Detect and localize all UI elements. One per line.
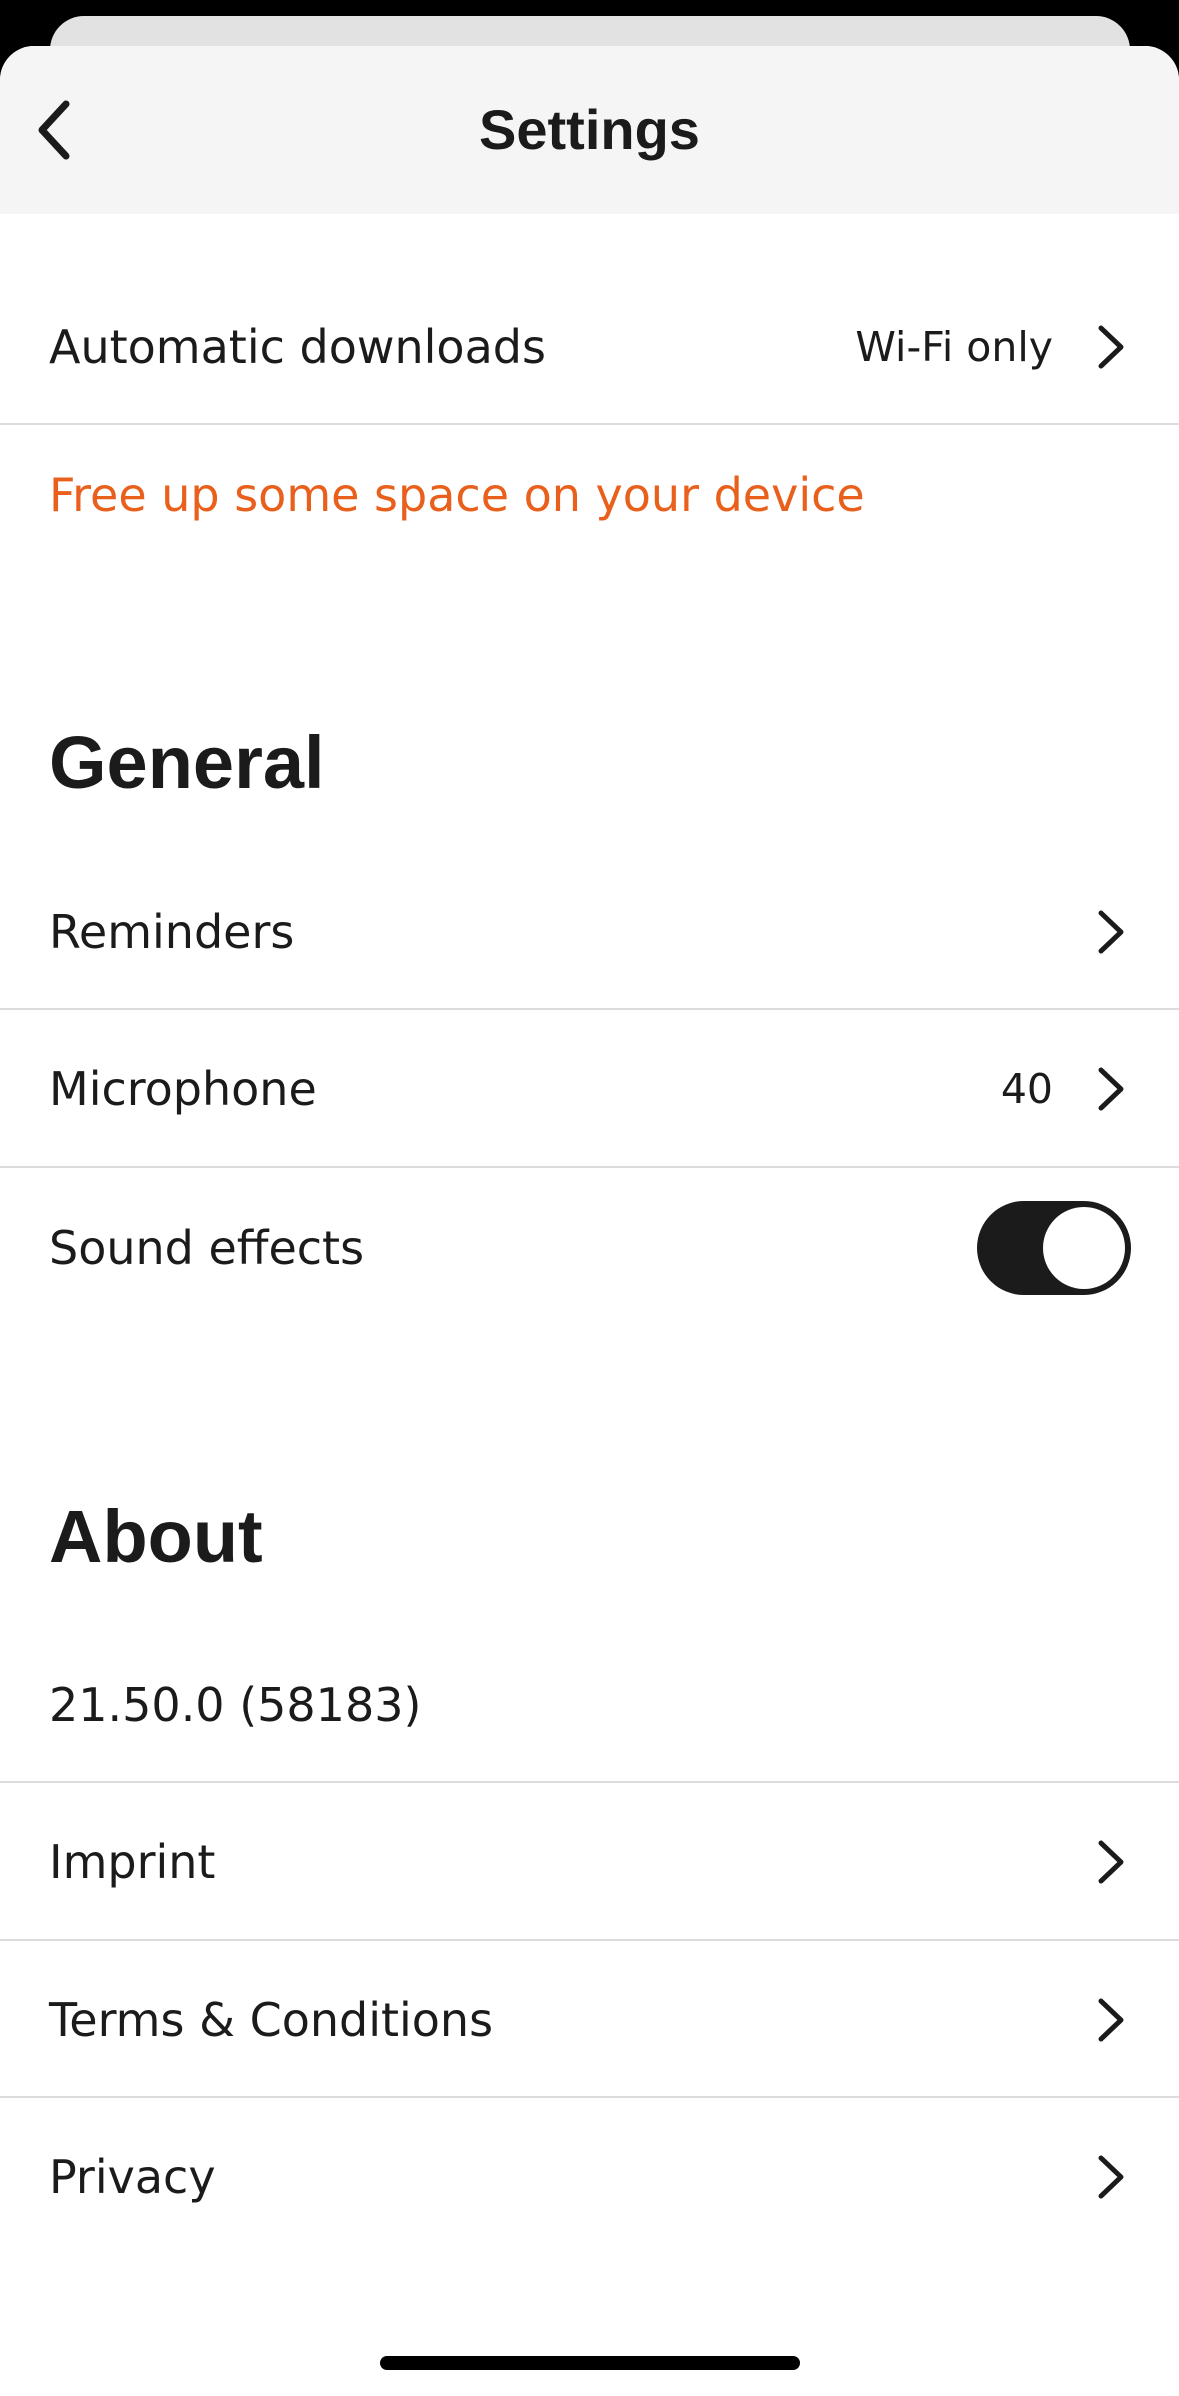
privacy-row[interactable]: Privacy bbox=[0, 2098, 1179, 2255]
about-heading: About bbox=[49, 1495, 263, 1578]
chevron-right-icon bbox=[1091, 1060, 1131, 1118]
automatic-downloads-value: Wi-Fi only bbox=[855, 322, 1053, 371]
microphone-row[interactable]: Microphone 40 bbox=[0, 1010, 1179, 1168]
home-indicator bbox=[380, 2356, 800, 2370]
microphone-value: 40 bbox=[1000, 1065, 1053, 1113]
sound-effects-toggle[interactable] bbox=[977, 1201, 1131, 1295]
imprint-label: Imprint bbox=[49, 1835, 216, 1889]
general-heading: General bbox=[49, 721, 325, 804]
app-screen: Settings Automatic downloads Wi-Fi only … bbox=[0, 0, 1179, 2396]
version-text: 21.50.0 (58183) bbox=[49, 1677, 422, 1732]
page-title: Settings bbox=[479, 98, 700, 161]
chevron-right-icon bbox=[1091, 1833, 1131, 1891]
toggle-knob bbox=[1043, 1207, 1125, 1289]
chevron-right-icon bbox=[1091, 903, 1131, 961]
reminders-row[interactable]: Reminders bbox=[0, 853, 1179, 1010]
chevron-right-icon bbox=[1091, 2148, 1131, 2206]
imprint-row[interactable]: Imprint bbox=[0, 1783, 1179, 1941]
automatic-downloads-label: Automatic downloads bbox=[49, 319, 546, 374]
free-space-link[interactable]: Free up some space on your device bbox=[49, 468, 865, 522]
settings-sheet: Settings Automatic downloads Wi-Fi only … bbox=[0, 46, 1179, 2396]
sound-effects-row: Sound effects bbox=[0, 1168, 1179, 1328]
sound-effects-label: Sound effects bbox=[49, 1221, 365, 1275]
terms-row[interactable]: Terms & Conditions bbox=[0, 1941, 1179, 2098]
terms-label: Terms & Conditions bbox=[49, 1992, 494, 2047]
microphone-label: Microphone bbox=[49, 1062, 317, 1116]
chevron-right-icon bbox=[1091, 1991, 1131, 2049]
free-space-row[interactable]: Free up some space on your device bbox=[0, 430, 1179, 560]
chevron-right-icon bbox=[1091, 318, 1131, 376]
automatic-downloads-row[interactable]: Automatic downloads Wi-Fi only bbox=[0, 268, 1179, 425]
version-row: 21.50.0 (58183) bbox=[0, 1626, 1179, 1783]
nav-bar: Settings bbox=[0, 46, 1179, 214]
privacy-label: Privacy bbox=[49, 2149, 216, 2204]
reminders-label: Reminders bbox=[49, 904, 295, 959]
